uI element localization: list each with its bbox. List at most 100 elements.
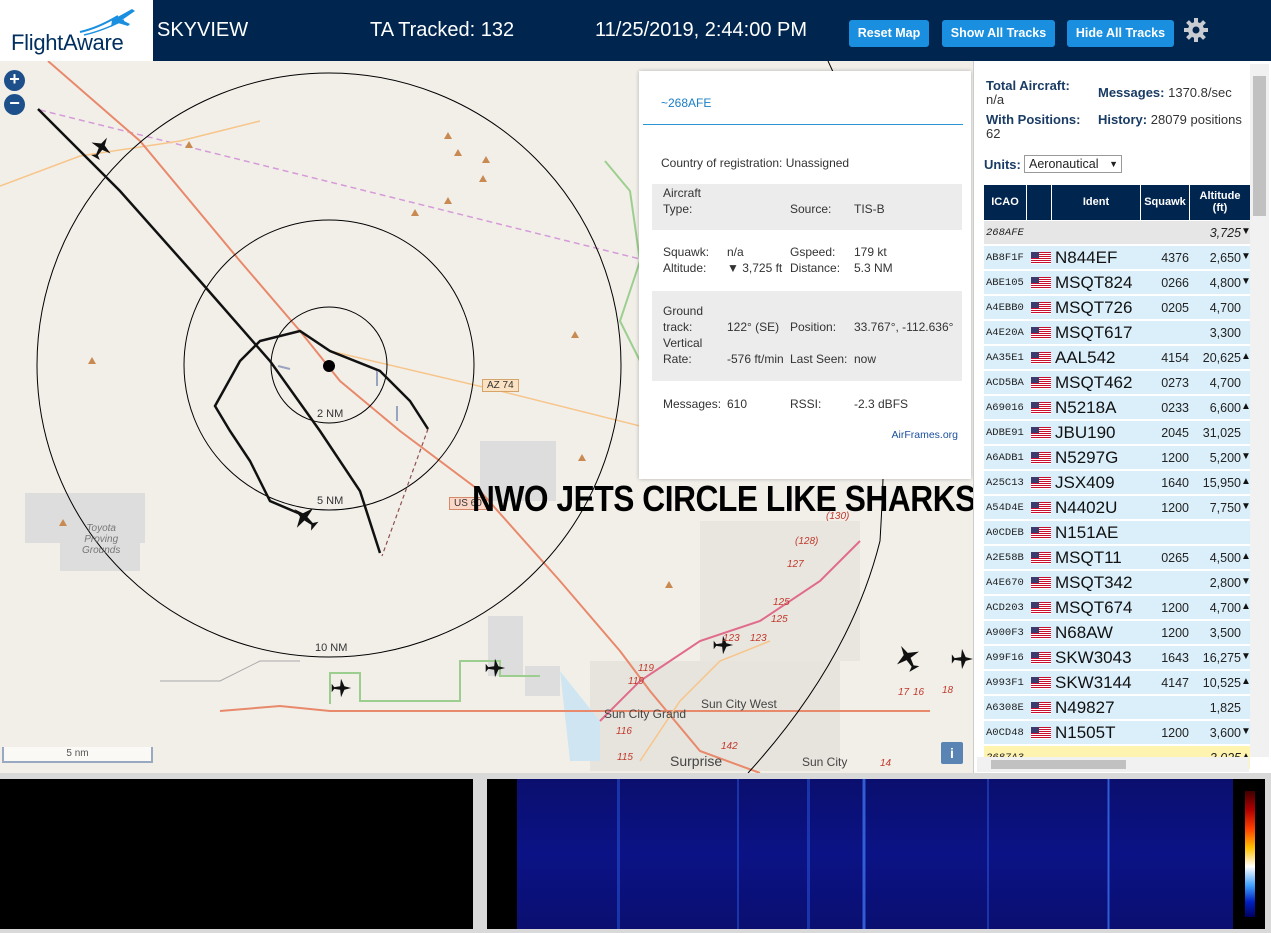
- table-row[interactable]: ABE105 MSQT824 0266 4,800 ▼: [984, 271, 1251, 295]
- ident-cell: SKW3043: [1055, 648, 1132, 667]
- table-row[interactable]: A993F1 SKW3144 4147 10,525 ▲: [984, 671, 1251, 695]
- squawk-cell: 1200: [1161, 501, 1189, 515]
- us-flag-icon: [1031, 452, 1051, 464]
- track-gap: [381, 428, 429, 557]
- ident-cell: N5297G: [1055, 448, 1119, 467]
- table-row[interactable]: A54D4E N4402U 1200 7,750 ▼: [984, 496, 1251, 520]
- table-row[interactable]: A6ADB1 N5297G 1200 5,200 ▼: [984, 446, 1251, 470]
- flightaware-logo[interactable]: FlightAware: [0, 0, 153, 61]
- road-number: 119: [628, 676, 644, 687]
- hide-all-tracks-button[interactable]: Hide All Tracks: [1067, 20, 1174, 47]
- aircraft-icon[interactable]: [893, 643, 923, 673]
- info-button[interactable]: i: [941, 742, 963, 764]
- ident-cell: MSQT462: [1055, 373, 1133, 392]
- altitude-cell: 10,525: [1202, 676, 1241, 690]
- column-header-flag[interactable]: [1027, 185, 1051, 220]
- scrollbar-thumb[interactable]: [991, 760, 1126, 769]
- column-header-icao[interactable]: ICAO: [984, 185, 1026, 220]
- popup-hex-id[interactable]: ~268AFE: [661, 96, 711, 110]
- aircraft-icon[interactable]: [950, 647, 973, 671]
- ident-cell: MSQT617: [1055, 323, 1133, 342]
- reset-map-button[interactable]: Reset Map: [849, 20, 929, 47]
- popup-row-track: Ground track: 122° (SE) Position: 33.767…: [652, 291, 962, 381]
- table-row[interactable]: 268AFE 3,725 ▼: [984, 221, 1251, 245]
- chevron-down-icon: ▼: [1109, 159, 1118, 169]
- icao-cell: A2E58B: [986, 552, 1024, 564]
- total-aircraft-stat: Total Aircraft: n/a: [986, 79, 1070, 107]
- range-label-10nm: 10 NM: [315, 642, 348, 654]
- scrollbar-thumb[interactable]: [1253, 76, 1266, 216]
- table-row[interactable]: A2E58B MSQT11 0265 4,500 ▲: [984, 546, 1251, 570]
- icao-cell: A99F16: [986, 652, 1024, 664]
- squawk-cell: 1200: [1161, 626, 1189, 640]
- logo-text: FlightAware: [11, 30, 124, 55]
- gspeed-value: 179 kt: [854, 245, 887, 259]
- squawk-cell: 4147: [1161, 676, 1189, 690]
- table-row[interactable]: ADBE91 JBU190 2045 31,025: [984, 421, 1250, 445]
- altitude-cell: 5,200: [1209, 451, 1241, 465]
- map-scale: 5 nm: [2, 747, 153, 763]
- table-row[interactable]: AB8F1F N844EF 4376 2,650 ▼: [984, 246, 1251, 270]
- aircraft-icon[interactable]: [484, 657, 506, 679]
- icao-cell: A6308E: [986, 702, 1024, 714]
- icao-cell: A69016: [986, 402, 1024, 414]
- table-row[interactable]: A4E20A MSQT617 3,300: [984, 321, 1250, 345]
- column-header-squawk[interactable]: Squawk: [1141, 185, 1189, 220]
- road-number: 142: [721, 741, 738, 752]
- table-row[interactable]: A4E670 MSQT342 2,800 ▼: [984, 571, 1251, 595]
- airframes-link[interactable]: AirFrames.org: [891, 429, 958, 441]
- panel-vertical-scrollbar[interactable]: [1250, 64, 1269, 757]
- aircraft-icon[interactable]: [88, 135, 114, 161]
- show-all-tracks-button[interactable]: Show All Tracks: [942, 20, 1055, 47]
- ident-cell: N5218A: [1055, 398, 1117, 417]
- table-row[interactable]: ACD203 MSQT674 1200 4,700 ▲: [984, 596, 1251, 620]
- table-row[interactable]: A25C13 JSX409 1640 15,950 ▲: [984, 471, 1251, 495]
- road-number: 18: [942, 685, 954, 696]
- icao-cell: 268AFE: [986, 227, 1024, 239]
- aircraft-icon[interactable]: [290, 503, 320, 533]
- icao-cell: A993F1: [986, 677, 1024, 689]
- table-row[interactable]: A900F3 N68AW 1200 3,500: [984, 621, 1250, 645]
- overlay-caption: NWO JETS CIRCLE LIKE SHARKS: [472, 478, 976, 519]
- ident-cell: JBU190: [1055, 423, 1116, 442]
- aircraft-icon[interactable]: [330, 677, 352, 699]
- column-header-altitude[interactable]: Altitude (ft): [1190, 185, 1250, 220]
- altitude-cell: 16,275: [1202, 651, 1241, 665]
- total-aircraft-value: n/a: [986, 92, 1005, 107]
- table-row[interactable]: A69016 N5218A 0233 6,600 ▲: [984, 396, 1251, 420]
- column-header-ident[interactable]: Ident: [1052, 185, 1140, 220]
- table-row[interactable]: A0CD48 N1505T 1200 3,600 ▼: [984, 721, 1251, 745]
- zoom-in-button[interactable]: +: [4, 70, 25, 91]
- spectrum-plot-blank: [0, 779, 473, 929]
- us-flag-icon: [1031, 577, 1051, 589]
- us-flag-icon: [1031, 677, 1051, 689]
- us-flag-icon: [1031, 652, 1051, 664]
- aircraft-list-panel: Total Aircraft: n/a Messages: 1370.8/sec…: [973, 61, 1271, 773]
- panel-horizontal-scrollbar[interactable]: [977, 757, 1249, 772]
- aircraft-info-popup: ~268AFE Country of registration: Unassig…: [639, 71, 971, 479]
- altitude-value: ▼ 3,725 ft: [727, 261, 783, 275]
- with-positions-value: 62: [986, 126, 1001, 141]
- table-row[interactable]: A4EBB0 MSQT726 0205 4,700: [984, 296, 1250, 320]
- road-number: 123: [723, 633, 740, 644]
- us-flag-icon: [1031, 727, 1051, 739]
- gear-icon[interactable]: [1183, 17, 1209, 43]
- zoom-out-button[interactable]: −: [4, 94, 25, 115]
- table-row[interactable]: A0CDEB N151AE: [984, 521, 1250, 545]
- history-value: 28079 positions: [1150, 112, 1242, 127]
- table-row[interactable]: A6308E N49827 1,825: [984, 696, 1250, 720]
- country-label: Country of registration: Unassigned: [661, 155, 849, 171]
- icao-cell: ACD5BA: [986, 377, 1024, 389]
- road-number: 125: [773, 597, 790, 608]
- table-row[interactable]: ACD5BA MSQT462 0273 4,700: [984, 371, 1250, 395]
- table-row[interactable]: AA35E1 AAL542 4154 20,625 ▲: [984, 346, 1251, 370]
- units-select[interactable]: Aeronautical ▼: [1024, 155, 1122, 173]
- altitude-cell: 4,700: [1209, 301, 1241, 315]
- icao-cell: A6ADB1: [986, 452, 1024, 464]
- squawk-cell: 4154: [1161, 351, 1189, 365]
- road-number: 123: [750, 633, 767, 644]
- us-flag-icon: [1031, 252, 1051, 264]
- distance-label: Distance:: [790, 261, 841, 275]
- table-row[interactable]: A99F16 SKW3043 1643 16,275 ▼: [984, 646, 1251, 670]
- source-label: Source:: [790, 202, 832, 216]
